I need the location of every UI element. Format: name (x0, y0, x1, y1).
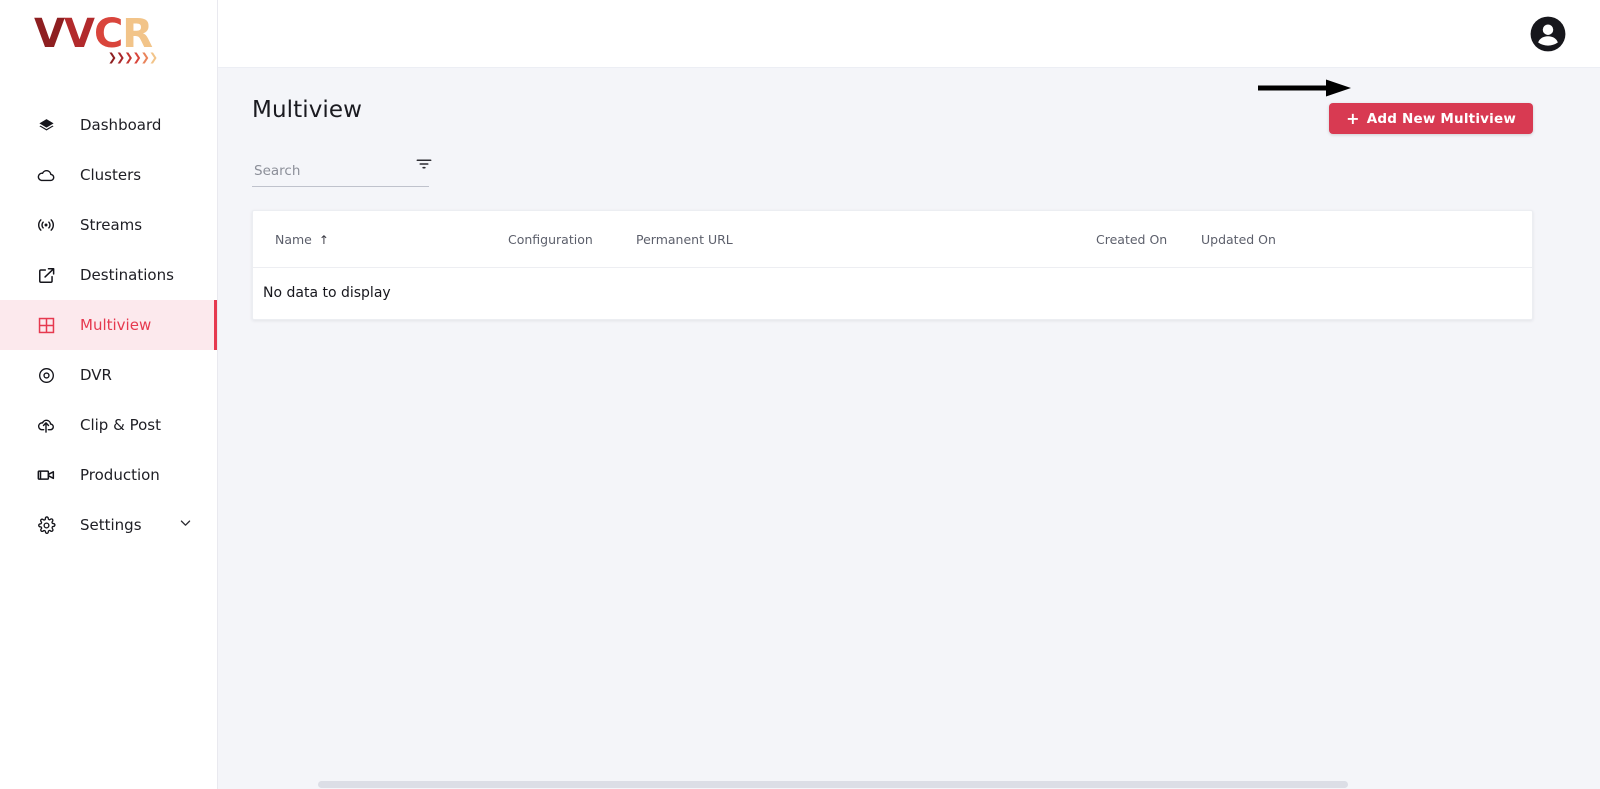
sidebar-item-destinations[interactable]: Destinations (0, 250, 217, 300)
sidebar-nav: Dashboard Clusters Streams Destinations … (0, 100, 217, 550)
page-content: Multiview + Add New Multiview Search Nam… (218, 68, 1600, 789)
sidebar-item-label: Clip & Post (80, 416, 161, 434)
column-header-permanent-url[interactable]: Permanent URL (636, 210, 1096, 268)
broadcast-icon (34, 213, 58, 237)
multiview-table-card: Name ↑ Configuration Permanent URL Create… (252, 209, 1533, 320)
column-header-configuration[interactable]: Configuration (508, 210, 636, 268)
filter-icon[interactable] (414, 154, 434, 174)
sidebar-item-dvr[interactable]: DVR (0, 350, 217, 400)
video-camera-icon (34, 463, 58, 487)
cloud-upload-icon (34, 413, 58, 437)
grid-icon (34, 313, 58, 337)
chevron-down-icon[interactable] (178, 516, 193, 535)
sidebar-item-label: Multiview (80, 316, 152, 334)
sidebar-item-label: Clusters (80, 166, 142, 184)
add-new-multiview-button[interactable]: + Add New Multiview (1329, 103, 1533, 134)
logo-letter: V (63, 11, 95, 57)
plus-icon: + (1346, 108, 1360, 128)
table-empty-row: No data to display (253, 267, 1532, 319)
horizontal-scrollbar-thumb[interactable] (318, 781, 1348, 788)
horizontal-scrollbar[interactable] (218, 780, 1600, 789)
page-header: Multiview + Add New Multiview (252, 68, 1533, 152)
sidebar-item-label: Settings (80, 516, 142, 534)
sidebar-item-production[interactable]: Production (0, 450, 217, 500)
sort-ascending-icon: ↑ (318, 232, 329, 247)
sidebar-item-clusters[interactable]: Clusters (0, 150, 217, 200)
cloud-icon (34, 163, 58, 187)
table-body: No data to display (253, 267, 1532, 319)
search-row (252, 159, 432, 187)
sidebar-item-label: Dashboard (80, 116, 162, 134)
column-header-name-label: Name (275, 231, 312, 247)
multiview-table: Name ↑ Configuration Permanent URL Create… (253, 210, 1532, 319)
app-root: VVCR ❯ ❯ ❯ ❯ ❯ ❯ Dashboard Clusters Stre… (0, 0, 1600, 789)
sidebar-item-label: Production (80, 466, 160, 484)
external-link-icon (34, 263, 58, 287)
layers-icon (34, 113, 58, 137)
account-circle-icon[interactable] (1529, 15, 1567, 53)
gear-icon (34, 513, 58, 537)
sidebar-item-multiview[interactable]: Multiview (0, 300, 217, 350)
logo-letter: R (122, 11, 153, 57)
logo-letter: C (93, 11, 123, 57)
logo[interactable]: VVCR ❯ ❯ ❯ ❯ ❯ ❯ (0, 0, 217, 68)
logo-text: VVCR (34, 11, 153, 57)
column-header-spacer (1341, 210, 1532, 268)
page-title: Multiview (252, 97, 363, 123)
sidebar: VVCR ❯ ❯ ❯ ❯ ❯ ❯ Dashboard Clusters Stre… (0, 0, 218, 789)
sidebar-item-label: DVR (80, 366, 112, 384)
column-header-updated-on[interactable]: Updated On (1201, 210, 1341, 268)
record-circle-icon (34, 363, 58, 387)
sidebar-item-settings[interactable]: Settings (0, 500, 217, 550)
sidebar-item-streams[interactable]: Streams (0, 200, 217, 250)
logo-letter: V (34, 11, 65, 57)
main-area: Multiview + Add New Multiview Search Nam… (218, 0, 1600, 789)
sidebar-item-label: Destinations (80, 266, 174, 284)
sidebar-item-clip-and-post[interactable]: Clip & Post (0, 400, 217, 450)
table-head: Name ↑ Configuration Permanent URL Create… (253, 210, 1532, 268)
table-header-row: Name ↑ Configuration Permanent URL Create… (253, 210, 1532, 268)
column-header-created-on[interactable]: Created On (1096, 210, 1201, 268)
sidebar-item-dashboard[interactable]: Dashboard (0, 100, 217, 150)
logo-chevrons: ❯ ❯ ❯ ❯ ❯ ❯ (108, 51, 159, 64)
add-new-multiview-label: Add New Multiview (1366, 110, 1516, 127)
column-header-name[interactable]: Name ↑ (253, 210, 508, 268)
search-input[interactable] (252, 162, 429, 187)
chevron-icon: ❯ (148, 51, 159, 64)
annotation-arrow-icon (1258, 77, 1352, 99)
sidebar-item-label: Streams (80, 216, 143, 234)
empty-message: No data to display (263, 284, 391, 301)
top-bar (218, 0, 1600, 68)
